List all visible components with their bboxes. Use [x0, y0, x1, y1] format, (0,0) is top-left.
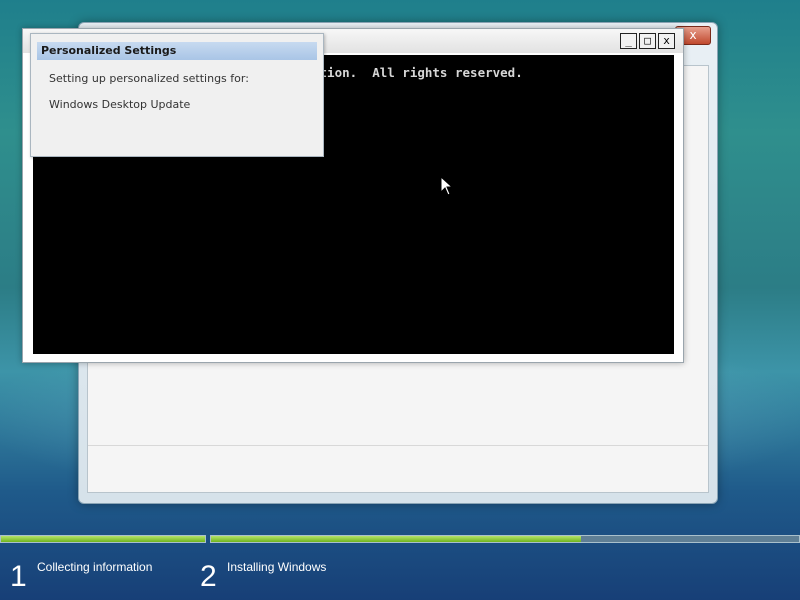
console-line: ation. All rights reserved.: [312, 65, 523, 80]
progress-fill-step-2: [211, 536, 582, 542]
minimize-button[interactable]: _: [620, 33, 637, 49]
setup-progress: [0, 535, 800, 545]
step-number: 1: [10, 560, 27, 593]
progress-bar-step-2: [210, 535, 800, 543]
step-label: Installing Windows: [227, 560, 327, 574]
progress-fill-step-1: [1, 536, 205, 542]
setup-footer-divider: [88, 445, 708, 446]
dialog-item: Windows Desktop Update: [49, 98, 191, 111]
step-label: Collecting information: [37, 560, 153, 574]
mouse-pointer-icon: [440, 176, 454, 196]
step-number: 2: [200, 560, 217, 593]
progress-bar-step-1: [0, 535, 206, 543]
dialog-title: Personalized Settings: [37, 42, 317, 60]
close-button[interactable]: x: [658, 33, 675, 49]
maximize-button[interactable]: □: [639, 33, 656, 49]
personalized-settings-dialog: Personalized Settings Setting up persona…: [30, 33, 324, 157]
dialog-message: Setting up personalized settings for:: [49, 72, 249, 85]
